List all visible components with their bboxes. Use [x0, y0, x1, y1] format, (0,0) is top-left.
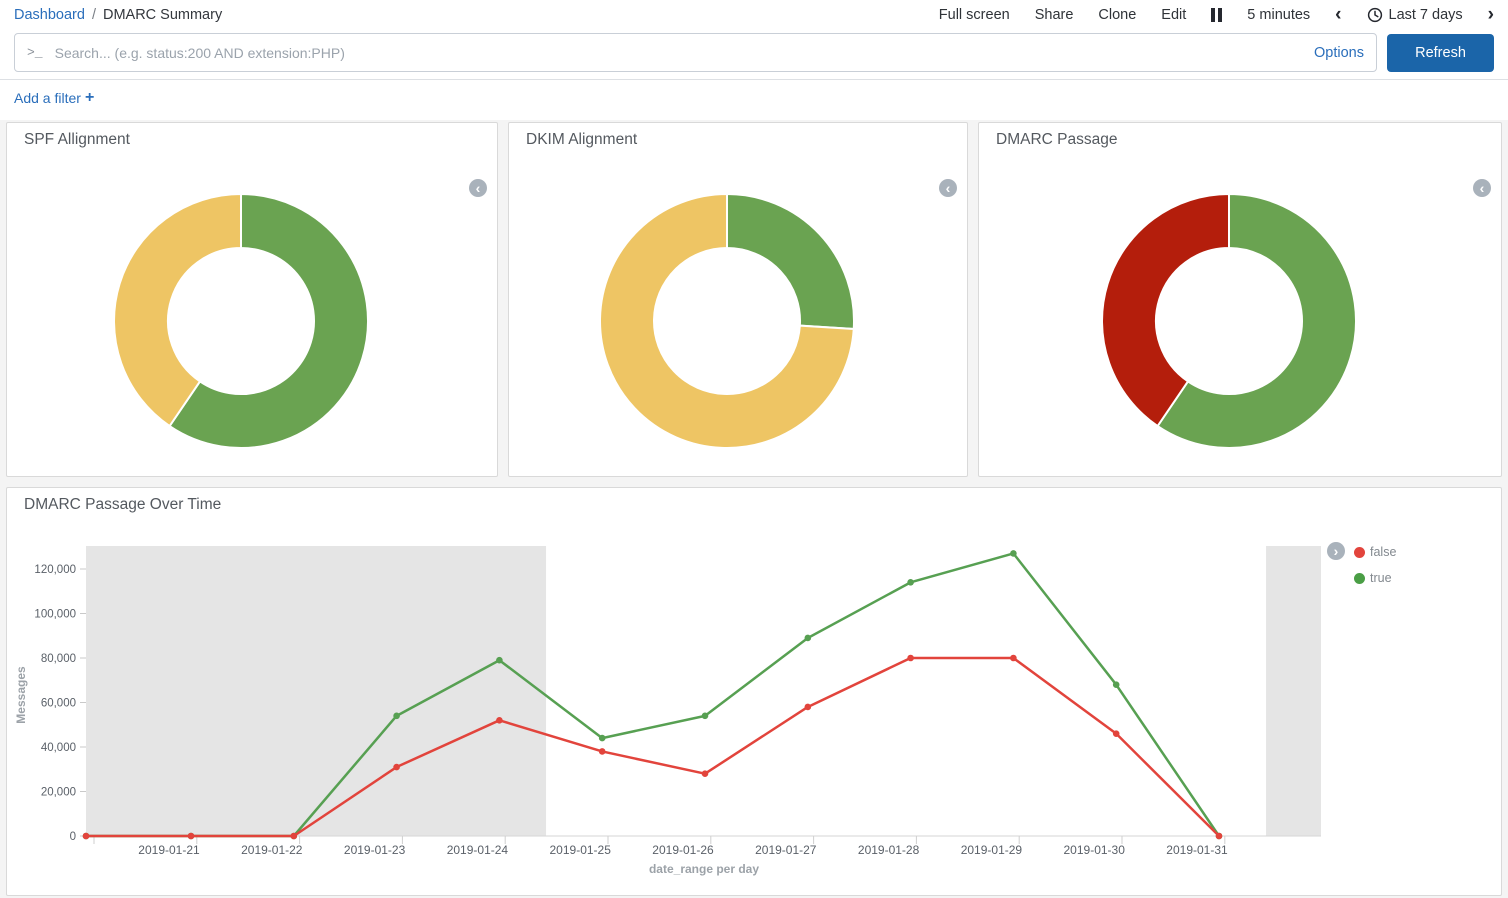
search-box[interactable]: >_ Options: [14, 33, 1377, 72]
time-range-label: Last 7 days: [1389, 7, 1463, 23]
top-nav: Full screen Share Clone Edit 5 minutes ‹…: [939, 7, 1494, 23]
panel-dmarc-passage-over-time: DMARC Passage Over Time 020,00040,00060,…: [6, 487, 1502, 896]
legend-label: false: [1370, 545, 1396, 559]
collapse-legend-icon[interactable]: ‹: [469, 179, 487, 197]
x-tick-label: 2019-01-21: [138, 843, 200, 857]
data-point[interactable]: [907, 655, 914, 662]
legend-entry-false[interactable]: false: [1354, 544, 1396, 560]
dmarc-donut-chart[interactable]: [1094, 186, 1364, 456]
clone-button[interactable]: Clone: [1098, 7, 1136, 23]
spf-donut-chart[interactable]: [106, 186, 376, 456]
data-point[interactable]: [805, 704, 812, 711]
data-point[interactable]: [393, 713, 400, 720]
breadcrumb-separator: /: [92, 7, 96, 23]
data-point[interactable]: [907, 579, 914, 586]
x-axis-title: date_range per day: [649, 862, 759, 876]
dkim-donut-chart[interactable]: [592, 186, 862, 456]
y-axis-title: Messages: [14, 666, 28, 724]
data-point[interactable]: [599, 748, 606, 755]
data-point[interactable]: [1216, 833, 1223, 840]
data-point[interactable]: [1113, 681, 1120, 688]
panel-dmarc-passage: DMARC Passage ‹: [978, 122, 1502, 477]
collapse-legend-icon[interactable]: ›: [1327, 542, 1345, 560]
breadcrumb-dashboard-link[interactable]: Dashboard: [14, 7, 85, 23]
x-tick-label: 2019-01-26: [652, 843, 714, 857]
pause-icon[interactable]: [1211, 8, 1222, 22]
y-tick-label: 40,000: [41, 742, 76, 754]
donut-segment[interactable]: [727, 194, 854, 329]
x-tick-label: 2019-01-22: [241, 843, 303, 857]
y-tick-label: 120,000: [34, 564, 76, 576]
add-filter-label: Add a filter: [14, 90, 81, 106]
chevron-right-icon[interactable]: ›: [1488, 8, 1494, 22]
legend-dot-false: [1354, 547, 1365, 558]
x-tick-label: 2019-01-29: [961, 843, 1023, 857]
panel-title: SPF Allignment: [24, 131, 130, 149]
share-button[interactable]: Share: [1035, 7, 1074, 23]
data-point[interactable]: [1010, 550, 1017, 557]
time-range-picker[interactable]: Last 7 days: [1367, 7, 1463, 23]
dashboard-header: Dashboard / DMARC Summary Full screen Sh…: [0, 0, 1508, 120]
data-point[interactable]: [496, 717, 503, 724]
dmarc-passage-line-chart[interactable]: 0 20,000 40,000 60,000 80,000 100,000 120,000 2…: [7, 488, 1501, 895]
legend-label: true: [1370, 571, 1392, 585]
filter-bar: Add a filter +: [0, 80, 1508, 120]
x-tick-label: 2019-01-28: [858, 843, 920, 857]
y-tick-label: 0: [70, 831, 76, 843]
chevron-left-icon[interactable]: ‹: [1335, 8, 1341, 22]
data-point[interactable]: [291, 833, 298, 840]
breadcrumb-row: Dashboard / DMARC Summary Full screen Sh…: [0, 0, 1508, 28]
breadcrumb: Dashboard / DMARC Summary: [14, 7, 222, 23]
collapse-legend-icon[interactable]: ‹: [1473, 179, 1491, 197]
x-tick-label: 2019-01-30: [1064, 843, 1126, 857]
terminal-prompt-icon: >_: [27, 45, 43, 60]
data-point[interactable]: [393, 764, 400, 771]
query-bar: >_ Options Refresh: [0, 28, 1508, 80]
page-title: DMARC Summary: [103, 7, 222, 23]
fullscreen-button[interactable]: Full screen: [939, 7, 1010, 23]
shaded-band: [86, 546, 546, 836]
edit-button[interactable]: Edit: [1161, 7, 1186, 23]
chart-legend: › false true: [1327, 542, 1396, 586]
y-tick-label: 100,000: [34, 609, 76, 621]
x-tick-label: 2019-01-27: [755, 843, 817, 857]
x-tick-label: 2019-01-23: [344, 843, 406, 857]
panel-title: DKIM Alignment: [526, 131, 637, 149]
search-input[interactable]: [53, 44, 1304, 62]
data-point[interactable]: [599, 735, 606, 742]
refresh-button[interactable]: Refresh: [1387, 34, 1494, 72]
panel-dkim-alignment: DKIM Alignment ‹: [508, 122, 968, 477]
data-point[interactable]: [805, 635, 812, 642]
data-point[interactable]: [1113, 730, 1120, 737]
y-tick-label: 20,000: [41, 787, 76, 799]
collapse-legend-icon[interactable]: ‹: [939, 179, 957, 197]
x-tick-label: 2019-01-31: [1166, 843, 1228, 857]
data-point[interactable]: [1010, 655, 1017, 662]
add-filter-link[interactable]: Add a filter +: [14, 89, 94, 107]
x-tick-label: 2019-01-25: [550, 843, 612, 857]
options-link[interactable]: Options: [1314, 45, 1364, 61]
y-tick-label: 60,000: [41, 698, 76, 710]
add-filter-icon: +: [85, 89, 94, 107]
legend-entries: false true: [1354, 542, 1396, 586]
data-point[interactable]: [702, 713, 709, 720]
data-point[interactable]: [496, 657, 503, 664]
data-point[interactable]: [83, 833, 90, 840]
legend-entry-true[interactable]: true: [1354, 570, 1396, 586]
panel-title: DMARC Passage: [996, 131, 1117, 149]
data-point[interactable]: [188, 833, 195, 840]
clock-icon: [1367, 7, 1383, 23]
refresh-interval-button[interactable]: 5 minutes: [1247, 7, 1310, 23]
y-tick-label: 80,000: [41, 653, 76, 665]
panel-spf-alignment: SPF Allignment ‹: [6, 122, 498, 477]
shaded-band: [1266, 546, 1321, 836]
data-point[interactable]: [702, 770, 709, 777]
legend-dot-true: [1354, 573, 1365, 584]
x-tick-label: 2019-01-24: [447, 843, 509, 857]
